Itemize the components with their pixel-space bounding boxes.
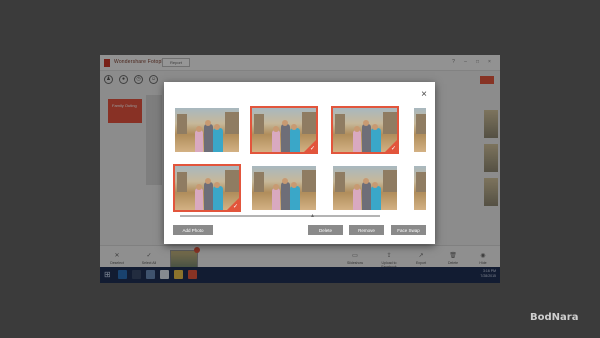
photo-thumbnail[interactable]: ✓ — [331, 106, 399, 154]
photo-person — [195, 188, 203, 210]
photo-background — [302, 170, 316, 192]
photo-person — [204, 182, 213, 210]
photo-person — [290, 128, 300, 152]
photo-background — [383, 170, 397, 192]
photo-person-head — [372, 182, 378, 188]
scroll-thumb[interactable]: ▴ — [311, 213, 317, 219]
photo-person-head — [282, 120, 288, 126]
photo-person-head — [363, 120, 369, 126]
photo-background — [225, 170, 239, 192]
photo-scrollbar[interactable] — [180, 215, 380, 217]
photo-person-head — [354, 126, 360, 132]
photo-person — [290, 186, 300, 210]
photo-person — [353, 130, 361, 152]
photo-background — [177, 172, 187, 192]
photo-background — [383, 112, 397, 134]
photo-person — [272, 130, 280, 152]
photo-person-head — [205, 178, 211, 184]
photo-person-head — [363, 178, 369, 184]
photo-background — [254, 172, 264, 192]
photo-background — [335, 114, 345, 134]
photo-thumbnail[interactable] — [331, 164, 399, 212]
close-icon[interactable]: × — [419, 90, 429, 100]
photo-person-head — [196, 184, 202, 190]
photo-person — [362, 182, 371, 210]
photo-background — [416, 172, 426, 192]
photo-person-head — [354, 184, 360, 190]
photo-thumbnail[interactable] — [412, 106, 428, 154]
photo-person — [362, 124, 371, 152]
photo-background — [225, 112, 239, 134]
photo-thumbnail[interactable] — [250, 164, 318, 212]
selected-check-icon: ✓ — [304, 140, 316, 152]
photo-background — [416, 114, 426, 134]
face-swap-button[interactable]: Face Swap — [391, 225, 426, 235]
photo-thumbnail[interactable] — [412, 164, 428, 212]
photo-person — [204, 124, 213, 152]
photo-person — [371, 186, 381, 210]
photo-person — [281, 182, 290, 210]
photo-background — [177, 114, 187, 134]
photo-person — [353, 188, 361, 210]
photo-thumbnail[interactable]: ✓ — [173, 164, 241, 212]
photo-person-head — [291, 182, 297, 188]
photo-person — [213, 128, 223, 152]
photo-thumbnail[interactable]: ✓ — [250, 106, 318, 154]
photo-person-head — [214, 182, 220, 188]
selected-check-icon: ✓ — [227, 198, 239, 210]
photo-background — [302, 112, 316, 134]
photo-person-head — [196, 126, 202, 132]
watermark: BodNara — [530, 312, 579, 323]
remove-button[interactable]: Remove — [349, 225, 384, 235]
photo-person-head — [291, 124, 297, 130]
photo-person-head — [273, 126, 279, 132]
delete-button[interactable]: Delete — [308, 225, 343, 235]
photo-person-head — [372, 124, 378, 130]
photo-thumbnail[interactable] — [173, 106, 241, 154]
photo-person — [213, 186, 223, 210]
photo-background — [254, 114, 264, 134]
add-photo-button[interactable]: Add Photo — [173, 225, 213, 235]
photo-person-head — [273, 184, 279, 190]
photo-person — [195, 130, 203, 152]
photo-person — [272, 188, 280, 210]
selected-check-icon: ✓ — [385, 140, 397, 152]
photo-person-head — [214, 124, 220, 130]
photo-person — [371, 128, 381, 152]
photo-person-head — [282, 178, 288, 184]
photo-person — [281, 124, 290, 152]
photo-background — [335, 172, 345, 192]
photo-person-head — [205, 120, 211, 126]
